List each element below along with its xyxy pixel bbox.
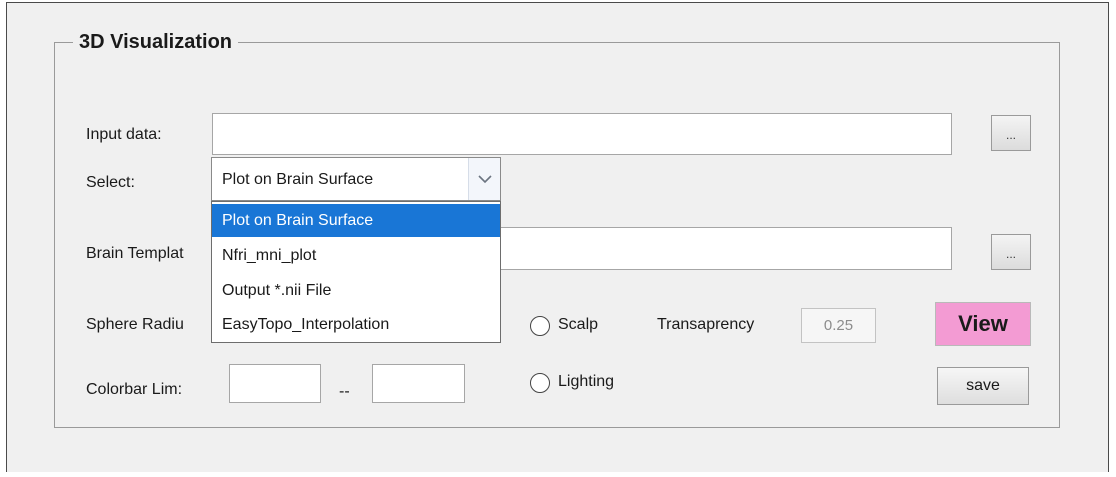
select-value: Plot on Brain Surface [222,171,374,188]
scalp-label: Scalp [558,316,599,333]
input-data-browse-button[interactable]: ... [991,115,1031,151]
save-button[interactable]: save [937,367,1029,405]
input-data-field[interactable] [212,113,952,155]
scalp-radio[interactable] [530,316,550,336]
dropdown-option[interactable]: EasyTopo_Interpolation [212,308,500,341]
colorbar-max-field[interactable] [372,364,465,403]
transparency-label: Transaprency [657,316,755,333]
lighting-radio[interactable] [530,373,550,393]
colorbar-min-field[interactable] [229,364,321,403]
sphere-radius-label: Sphere Radiu [86,316,184,333]
plot-type-dropdown-list: Plot on Brain Surface Nfri_mni_plot Outp… [211,201,501,343]
colorbar-separator: -- [339,383,350,400]
colorbar-lim-label: Colorbar Lim: [86,381,183,398]
brain-template-label: Brain Templat [86,245,184,262]
transparency-field[interactable] [801,308,876,343]
brain-template-browse-button[interactable]: ... [991,234,1031,270]
select-label: Select: [86,174,135,191]
input-data-label: Input data: [86,126,162,143]
brain-template-field[interactable] [480,227,952,270]
dropdown-option[interactable]: Output *.nii File [212,274,500,307]
lighting-label: Lighting [558,373,615,390]
panel-title: 3D Visualization [73,30,239,54]
dropdown-option[interactable]: Plot on Brain Surface [212,204,500,237]
plot-type-select[interactable]: Plot on Brain Surface [211,157,501,201]
dropdown-option[interactable]: Nfri_mni_plot [212,239,500,272]
view-button[interactable]: View [935,302,1031,346]
chevron-down-icon[interactable] [468,158,500,200]
